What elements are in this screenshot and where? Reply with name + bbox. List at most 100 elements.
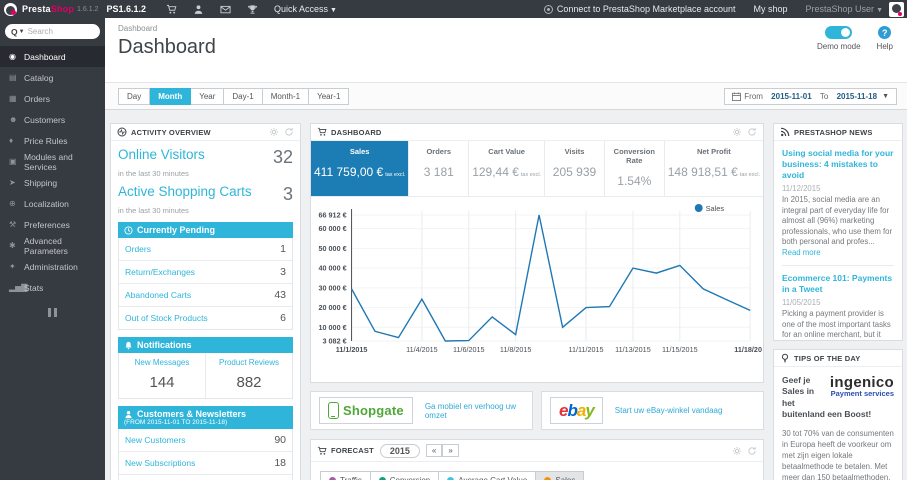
period-filter-group: Day Month Year Day-1 Month-1 Year-1 <box>118 87 350 105</box>
my-shop-link[interactable]: My shop <box>754 4 788 14</box>
sidebar-item-stats[interactable]: ▂▅▇ Stats <box>0 277 105 298</box>
user-avatar[interactable] <box>889 1 904 17</box>
forecast-legend-conversion[interactable]: Conversion <box>370 471 440 480</box>
ebay-banner[interactable]: ebay Start uw eBay-winkel vandaag <box>541 391 764 430</box>
search-input[interactable] <box>27 27 86 36</box>
kpi-label: Net Profit <box>696 147 731 156</box>
user-menu[interactable]: PrestaShop User ▼ <box>806 4 883 14</box>
help-icon[interactable]: ? <box>878 26 892 39</box>
refresh-icon[interactable] <box>747 127 757 137</box>
main-content: Dashboard Dashboard Demo mode ? Help Day… <box>105 18 907 480</box>
date-range-button[interactable]: From 2015-11-01 To 2015-11-18 ▼ <box>724 87 897 105</box>
shopgate-link[interactable]: Ga mobiel en verhoog uw omzet <box>425 402 524 420</box>
notification-new-messages[interactable]: New Messages 144 <box>119 353 205 398</box>
sidebar-item-price-rules[interactable]: ♦ Price Rules <box>0 130 105 151</box>
messages-icon[interactable] <box>220 4 231 15</box>
svg-text:66 912 €: 66 912 € <box>319 210 347 219</box>
online-visitors-link[interactable]: Online Visitors <box>118 147 205 162</box>
filter-year-1[interactable]: Year-1 <box>309 87 350 105</box>
forecast-legend-sales[interactable]: Sales <box>536 471 585 480</box>
notification-label: New Messages <box>134 358 190 367</box>
sidebar-item-preferences[interactable]: ⚒ Preferences <box>0 214 105 235</box>
currently-pending-header: Currently Pending <box>118 222 293 238</box>
notification-product-reviews[interactable]: Product Reviews 882 <box>205 353 292 398</box>
kpi-visits[interactable]: Visits 205 939 <box>545 141 605 196</box>
svg-text:11/1/2015: 11/1/2015 <box>336 345 368 354</box>
sidebar-item-catalog[interactable]: ▤ Catalog <box>0 67 105 88</box>
read-more-link[interactable]: Read more <box>782 248 821 257</box>
panel-title: TIPS OF THE DAY <box>794 353 861 363</box>
sidebar-item-administration[interactable]: ✦ Administration <box>0 256 105 277</box>
notification-value: 882 <box>236 374 262 391</box>
gear-icon[interactable] <box>732 127 742 137</box>
forecast-panel: FORECAST 2015 « » Traffic Conversion Avera… <box>310 439 764 480</box>
demo-mode-control: Demo mode <box>817 26 861 51</box>
shopgate-logo: Shopgate <box>319 397 413 424</box>
pending-rows: Orders 1 Return/Exchanges 3 Abandoned Carts 4… <box>118 238 293 330</box>
row-label-link[interactable]: Return/Exchanges <box>125 267 195 277</box>
trophy-icon[interactable] <box>247 4 258 15</box>
kpi-orders[interactable]: Orders 3 181 <box>409 141 470 196</box>
sales-chart-container: 3 082 €10 000 €20 000 €30 000 €40 000 €5… <box>311 197 766 382</box>
panel-title: FORECAST <box>331 446 374 455</box>
kpi-cart-value[interactable]: Cart Value 129,44 € tax excl. <box>469 141 546 196</box>
filter-day[interactable]: Day <box>118 87 151 105</box>
row-label-link[interactable]: Orders <box>125 244 151 254</box>
shopgate-banner[interactable]: Shopgate Ga mobiel en verhoog uw omzet <box>310 391 533 430</box>
sidebar-item-customers[interactable]: ☻ Customers <box>0 109 105 130</box>
row-label-link[interactable]: New Customers <box>125 435 185 445</box>
row-label-link[interactable]: Abandoned Carts <box>125 290 191 300</box>
sidebar-collapse-button[interactable] <box>47 308 59 317</box>
brand-version: 1.6.1.2 <box>77 5 99 13</box>
cart-icon[interactable] <box>166 4 177 15</box>
ebay-link[interactable]: Start uw eBay-winkel vandaag <box>615 406 723 415</box>
marketplace-link[interactable]: Connect to PrestaShop Marketplace accoun… <box>543 4 736 14</box>
filter-month[interactable]: Month <box>150 87 192 105</box>
sidebar-item-orders[interactable]: ▦ Orders <box>0 88 105 109</box>
sidebar-search[interactable]: Q ▼ <box>5 24 100 39</box>
sidebar: Q ▼ ◉ Dashboard ▤ Catalog ▦ Orders ☻ Customers ♦… <box>0 18 105 480</box>
list-row-out-of-stock-products: Out of Stock Products 6 <box>119 307 292 329</box>
sales-line-chart[interactable]: 3 082 €10 000 €20 000 €30 000 €40 000 €5… <box>312 199 766 377</box>
kpi-value: 148 918,51 € tax excl. <box>667 165 760 179</box>
quick-access-menu[interactable]: Quick Access ▼ <box>274 4 337 14</box>
news-article-title[interactable]: Ecommerce 101: Payments in a Tweet <box>782 273 894 295</box>
gear-icon[interactable] <box>269 127 279 137</box>
sidebar-item-dashboard[interactable]: ◉ Dashboard <box>0 46 105 67</box>
date-filter-toolbar: Day Month Year Day-1 Month-1 Year-1 From 2015… <box>105 82 907 110</box>
demo-mode-label: Demo mode <box>816 42 861 51</box>
row-label-link[interactable]: New Subscriptions <box>125 458 195 468</box>
row-label-link[interactable]: Out of Stock Products <box>125 313 208 323</box>
kpi-net-profit[interactable]: Net Profit 148 918,51 € tax excl. <box>665 141 763 196</box>
sidebar-item-modules-and-services[interactable]: ▣ Modules and Services <box>0 151 105 172</box>
sidebar-item-localization[interactable]: ⊕ Localization <box>0 193 105 214</box>
sidebar-item-shipping[interactable]: ➤ Shipping <box>0 172 105 193</box>
forecast-prev-button[interactable]: « <box>425 444 443 457</box>
shopgate-phone-icon <box>328 402 339 419</box>
news-article-title[interactable]: Using social media for your business: 4 … <box>782 148 894 181</box>
customers-newsletters-header: Customers & Newsletters (FROM 2015-11-01… <box>118 406 293 429</box>
page-header: Dashboard Dashboard Demo mode ? Help <box>105 18 907 82</box>
sidebar-item-advanced-parameters[interactable]: ✱ Advanced Parameters <box>0 235 105 256</box>
kpi-sales[interactable]: Sales 411 759,00 € tax excl. <box>311 141 410 196</box>
kpi-value: 411 759,00 € tax excl. <box>314 165 406 179</box>
active-carts-link[interactable]: Active Shopping Carts <box>118 184 252 199</box>
kpi-label: Orders <box>426 147 452 156</box>
forecast-legend-traffic[interactable]: Traffic <box>320 471 371 480</box>
refresh-icon[interactable] <box>284 127 294 137</box>
gear-icon[interactable] <box>732 446 742 456</box>
filter-month-1[interactable]: Month-1 <box>262 87 310 105</box>
filter-day-1[interactable]: Day-1 <box>224 87 263 105</box>
refresh-icon[interactable] <box>747 446 757 456</box>
svg-text:11/4/2015: 11/4/2015 <box>406 345 438 354</box>
filter-year[interactable]: Year <box>191 87 225 105</box>
news-article: Ecommerce 101: Payments in a Tweet 11/05… <box>782 273 894 340</box>
list-row-return-exchanges: Return/Exchanges 3 <box>119 261 292 284</box>
svg-text:Sales: Sales <box>706 204 725 213</box>
forecast-legend-average-cart-value[interactable]: Average Cart Value <box>439 471 537 480</box>
forecast-next-button[interactable]: » <box>442 444 459 457</box>
demo-mode-toggle[interactable] <box>825 26 853 39</box>
customer-icon[interactable] <box>193 4 204 15</box>
kpi-conversion-rate[interactable]: Conversion Rate 1.54% <box>605 141 665 196</box>
activity-overview-panel: ACTIVITY OVERVIEW Online Visitors 32 in … <box>110 123 301 480</box>
